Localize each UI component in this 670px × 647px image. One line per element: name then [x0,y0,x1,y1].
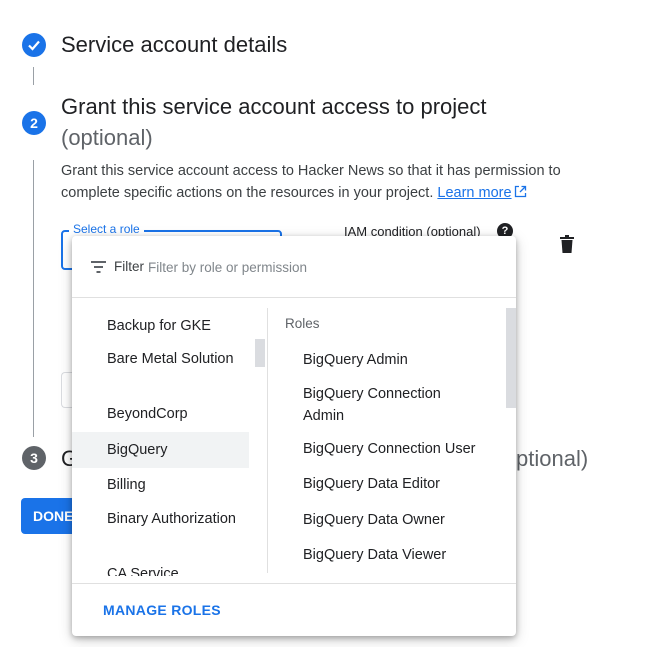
manage-roles-button[interactable]: MANAGE ROLES [103,602,221,618]
step-3-number: 3 [22,446,46,470]
step-2-optional: (optional) [61,125,153,150]
step-connector [33,67,34,85]
external-link-icon [514,185,526,198]
step-2-title: Grant this service account access to pro… [61,94,487,119]
filter-icon [91,261,106,273]
step-2-number: 2 [22,111,46,135]
role-select-label: Select a role [69,222,144,236]
role-picker-menu: Filter Backup for GKE Bare Metal Solutio… [72,236,516,636]
category-scrollbar[interactable] [255,339,265,367]
filter-input[interactable] [148,257,388,277]
roles-list[interactable]: Roles BigQuery Admin BigQuery Connection… [268,306,516,576]
step-1-check-icon [22,33,46,57]
role-item[interactable]: BigQuery Connection Admin [303,383,483,427]
step-3-optional: ptional) [516,446,589,471]
filter-row: Filter [72,236,516,298]
role-item[interactable]: BigQuery Data Editor [303,473,483,495]
role-item[interactable]: BigQuery Data Viewer [303,544,483,566]
category-item[interactable]: Billing [72,474,249,496]
roles-scrollbar[interactable] [506,308,516,408]
category-item[interactable]: BeyondCorp [72,403,249,425]
trash-icon[interactable] [559,235,575,253]
filter-label: Filter [114,259,144,274]
category-item[interactable]: Backup for GKE [72,315,249,337]
role-item[interactable]: BigQuery Admin [303,349,483,371]
learn-more-label: Learn more [437,185,512,201]
role-item[interactable]: BigQuery Data Owner [303,509,483,531]
page: Service account details 2 Grant this ser… [0,0,670,647]
category-list[interactable]: Backup for GKE Bare Metal Solution Beyon… [72,306,268,576]
step-2-description: Grant this service account access to Hac… [61,160,581,204]
check-icon [28,40,40,51]
category-item[interactable]: Binary Authorization [72,508,249,530]
category-item[interactable]: Bare Metal Solution [72,348,249,370]
category-item[interactable]: CA Service [72,563,249,576]
menu-footer: MANAGE ROLES [72,583,516,636]
step-connector [33,160,34,437]
roles-header: Roles [285,316,320,331]
step-1-title[interactable]: Service account details [61,32,287,58]
category-item-selected[interactable]: BigQuery [72,432,249,468]
role-item[interactable]: BigQuery Connection User [303,438,503,460]
learn-more-link[interactable]: Learn more [437,185,526,201]
